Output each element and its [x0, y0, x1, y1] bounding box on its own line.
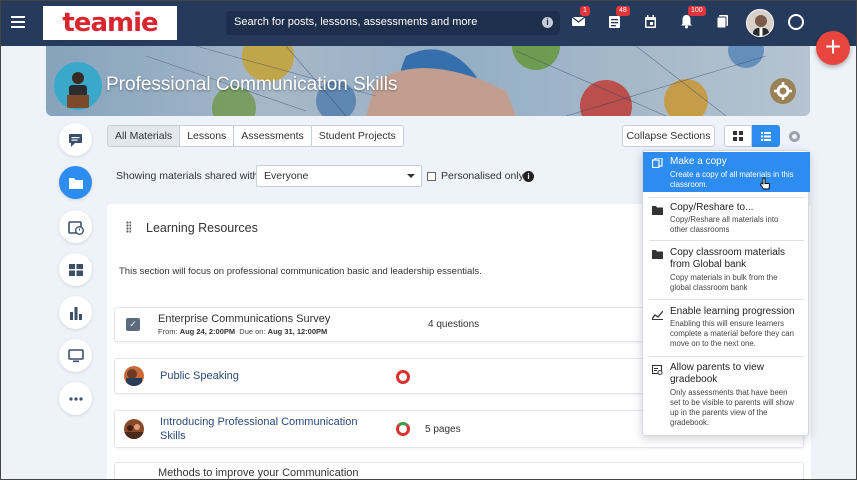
survey-question-count: 4 questions — [428, 319, 480, 330]
personalised-only-label: Personalised only — [441, 170, 524, 182]
mail-icon[interactable]: 1 — [571, 6, 590, 29]
discussion-icon — [68, 133, 82, 147]
tab-assessments[interactable]: Assessments — [233, 125, 312, 147]
notifications-badge: 100 — [688, 6, 706, 16]
global-search-input[interactable]: Search for posts, lessons, assessments a… — [226, 11, 560, 35]
rail-gradebook-button[interactable] — [59, 253, 92, 286]
posts-badge: 48 — [616, 6, 630, 16]
hand-cursor-icon — [759, 177, 770, 190]
notifications-bell-icon[interactable]: 100 — [679, 6, 706, 29]
personalised-only-checkbox[interactable] — [427, 172, 436, 181]
menu-item-make-copy[interactable]: Make a copy Create a copy of all materia… — [643, 152, 810, 192]
list-view-button[interactable] — [752, 125, 780, 147]
collapse-sections-button[interactable]: Collapse Sections — [622, 125, 715, 147]
introducing-page-count: 5 pages — [425, 424, 461, 435]
rail-analytics-button[interactable] — [59, 296, 92, 329]
folder-icon — [68, 177, 83, 189]
search-placeholder: Search for posts, lessons, assessments a… — [234, 16, 478, 28]
mail-badge: 1 — [580, 6, 590, 16]
bar-chart-icon — [69, 306, 82, 320]
folder-icon — [652, 250, 663, 259]
tab-all-materials[interactable]: All Materials — [107, 125, 181, 147]
course-icon — [54, 62, 102, 110]
grid-icon — [68, 263, 83, 276]
folder-icon — [652, 206, 663, 215]
section-settings-gear-icon[interactable] — [789, 131, 800, 142]
materials-tabs: All Materials Lessons Assessments Studen… — [107, 125, 404, 147]
user-avatar[interactable] — [746, 9, 774, 37]
section-title: Learning Resources — [146, 221, 258, 235]
progress-ring-icon — [396, 422, 410, 436]
menu-item-copy-reshare[interactable]: Copy/Reshare to... Copy/Reshare all mate… — [643, 198, 810, 240]
survey-title[interactable]: Enterprise Communications Survey — [158, 313, 330, 325]
menu-item-learning-progression[interactable]: Enable learning progression Enabling thi… — [643, 300, 810, 355]
documents-icon[interactable] — [715, 14, 730, 29]
section-description: This section will focus on professional … — [119, 266, 482, 277]
tab-student-projects[interactable]: Student Projects — [310, 125, 404, 147]
rail-present-button[interactable] — [59, 339, 92, 372]
audience-select[interactable]: Everyone — [256, 165, 422, 187]
monitor-icon — [67, 348, 84, 362]
introducing-thumbnail — [124, 419, 144, 439]
rail-more-button[interactable] — [59, 382, 92, 415]
survey-check-icon: ✓ — [126, 318, 140, 331]
introducing-title[interactable]: Introducing Professional Communication Sk… — [160, 415, 358, 443]
help-lifebuoy-icon[interactable] — [788, 14, 804, 30]
section-actions-menu: Make a copy Create a copy of all materia… — [642, 150, 810, 436]
grid-view-button[interactable] — [724, 125, 752, 147]
chevron-down-icon — [407, 174, 415, 178]
course-banner: Professional Communication Skills — [46, 46, 810, 116]
list-view-icon — [761, 131, 771, 141]
progress-ring-icon — [396, 370, 410, 384]
survey-dates: From: Aug 24, 2:00PM Due on: Aug 31, 12:… — [158, 327, 328, 336]
progression-icon — [652, 310, 663, 320]
tab-lessons[interactable]: Lessons — [179, 125, 235, 147]
top-navigation-bar: teamie Search for posts, lessons, assess… — [0, 0, 857, 46]
search-info-icon[interactable]: i — [542, 17, 553, 28]
posts-icon[interactable]: 48 — [607, 6, 630, 29]
methods-title[interactable]: Methods to improve your Communication — [158, 467, 359, 479]
drag-handle-icon[interactable] — [126, 221, 131, 233]
public-speaking-thumbnail — [124, 366, 144, 386]
public-speaking-title[interactable]: Public Speaking — [160, 370, 239, 382]
rail-schedule-button[interactable] — [59, 210, 92, 243]
filter-label: Showing materials shared with — [116, 170, 259, 182]
hamburger-menu-icon[interactable] — [11, 16, 25, 28]
logo-text: teamie — [62, 8, 158, 38]
banner-settings-gear-icon[interactable] — [770, 78, 796, 104]
rail-discussion-button[interactable] — [59, 123, 92, 156]
more-dots-icon — [68, 396, 83, 401]
rail-materials-button[interactable] — [59, 166, 92, 199]
copy-icon — [652, 158, 663, 168]
course-title: Professional Communication Skills — [106, 74, 398, 95]
audience-selected-value: Everyone — [264, 170, 309, 182]
grid-view-icon — [733, 131, 743, 141]
calendar-clock-icon — [67, 220, 84, 235]
menu-item-parents-gradebook[interactable]: Allow parents to view gradebook Only asse… — [643, 357, 810, 435]
calendar-icon[interactable] — [643, 14, 658, 29]
create-plus-button[interactable]: + — [816, 31, 850, 65]
menu-item-copy-global[interactable]: Copy classroom materials from Global bank… — [643, 241, 810, 299]
teamie-logo[interactable]: teamie — [43, 6, 177, 40]
personalised-info-icon[interactable]: i — [523, 171, 534, 182]
gradebook-icon — [652, 365, 663, 375]
